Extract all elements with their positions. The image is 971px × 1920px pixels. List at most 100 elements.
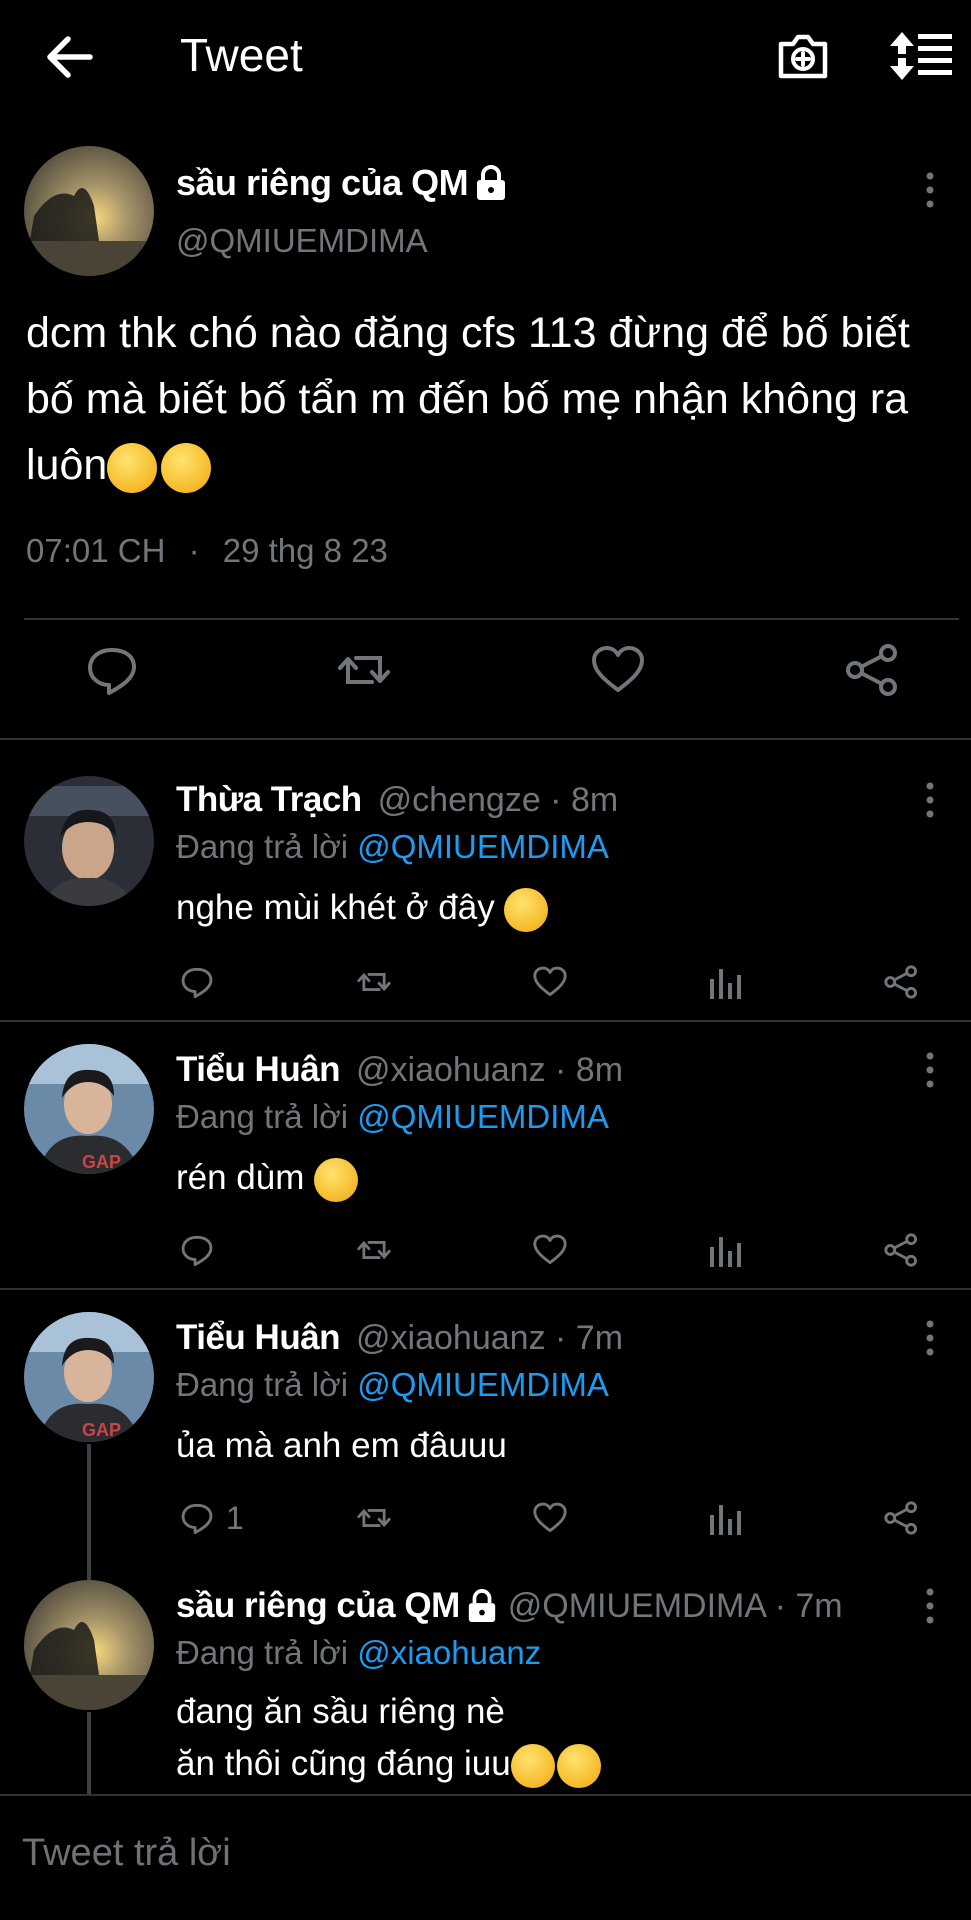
retweet-icon	[357, 1240, 391, 1260]
reply-icon	[181, 1503, 213, 1534]
divider	[0, 1288, 971, 1290]
bar-chart-icon	[710, 1237, 741, 1267]
share-icon[interactable]	[842, 640, 902, 700]
tweet-text: dcm thk chó nào đăng cfs 113 đừng để bố …	[26, 300, 946, 498]
share-button[interactable]	[882, 1496, 920, 1540]
reply-count: 1	[226, 1499, 244, 1536]
divider	[0, 1020, 971, 1022]
retweet-icon[interactable]	[334, 640, 394, 700]
like-icon	[533, 966, 567, 997]
author-handle[interactable]: @QMIUEMDIMA · 7m	[508, 1587, 843, 1626]
views-button[interactable]	[708, 1228, 744, 1272]
svg-text:GAP: GAP	[82, 1152, 121, 1172]
share-icon	[884, 1501, 917, 1535]
mention-link[interactable]: @QMIUEMDIMA	[357, 1366, 609, 1403]
sort-replies-icon[interactable]	[890, 28, 954, 84]
author-name[interactable]: sầu riêng của QM	[176, 1586, 460, 1626]
retweet-button[interactable]	[352, 960, 396, 1004]
top-app-bar: Tweet	[0, 0, 971, 115]
avatar[interactable]	[24, 146, 154, 276]
reply-header: Tiểu Huân @xiaohuanz · 8m	[176, 1050, 623, 1090]
lock-icon	[477, 165, 506, 200]
like-button[interactable]	[530, 1228, 570, 1272]
like-icon[interactable]	[588, 640, 648, 700]
author-name[interactable]: Tiểu Huân	[176, 1318, 341, 1358]
tweet-timestamp: 07:01 CH · 29 thg 8 23	[26, 532, 388, 569]
reply-text: nghe mùi khét ở đây	[176, 882, 549, 934]
thread-connector	[87, 1712, 91, 1794]
bar-chart-icon	[710, 969, 741, 999]
mention-link[interactable]: @QMIUEMDIMA	[357, 828, 609, 865]
share-button[interactable]	[882, 960, 920, 1004]
reply-header: Thừa Trạch @chengze · 8m	[176, 780, 618, 820]
reply-text: đang ăn sầu riêng nè ăn thôi cũng đáng i…	[176, 1686, 601, 1790]
replying-to: Đang trả lời @QMIUEMDIMA	[176, 1098, 609, 1135]
reply-header: Tiểu Huân @xiaohuanz · 7m	[176, 1318, 623, 1358]
mention-link[interactable]: @xiaohuanz	[357, 1634, 541, 1671]
mention-link[interactable]: @QMIUEMDIMA	[357, 1098, 609, 1135]
more-options-icon[interactable]	[920, 1050, 940, 1090]
views-button[interactable]	[708, 960, 744, 1004]
reply-header: sầu riêng của QM @QMIUEMDIMA · 7m	[176, 1586, 843, 1626]
avatar[interactable]: GAP	[24, 1044, 154, 1174]
kissing-emoji	[556, 1743, 601, 1788]
grinning-emoji	[504, 887, 549, 932]
replying-to: Đang trả lời @QMIUEMDIMA	[176, 1366, 609, 1403]
reply-actions	[0, 960, 971, 1010]
more-options-icon[interactable]	[920, 1318, 940, 1358]
more-options-icon[interactable]	[920, 1586, 940, 1626]
author-name[interactable]: Thừa Trạch	[176, 780, 362, 820]
reply-text: ủa mà anh em đâuuu	[176, 1426, 507, 1465]
reply-actions: 1	[0, 1496, 971, 1546]
disappointed-emoji	[314, 1157, 359, 1202]
avatar[interactable]	[24, 776, 154, 906]
reply-button[interactable]	[178, 1228, 226, 1272]
like-icon	[533, 1502, 567, 1533]
kissing-emoji	[510, 1743, 555, 1788]
reply-input[interactable]: Tweet trả lời	[22, 1832, 231, 1875]
reply-text: rén dùm	[176, 1152, 359, 1204]
author-name-text: sầu riêng của QM	[176, 162, 469, 203]
avatar[interactable]: GAP	[24, 1312, 154, 1442]
like-button[interactable]	[530, 1496, 570, 1540]
lock-icon	[468, 1589, 495, 1622]
more-options-icon[interactable]	[920, 170, 940, 210]
retweet-icon	[357, 1508, 391, 1528]
reply-icon[interactable]	[82, 640, 142, 700]
back-arrow-icon[interactable]	[40, 30, 100, 84]
tweet-actions	[0, 640, 971, 716]
views-button[interactable]	[708, 1496, 744, 1540]
reply-compose-bar[interactable]: Tweet trả lời	[0, 1794, 971, 1920]
divider	[24, 618, 959, 620]
bar-chart-icon	[710, 1505, 741, 1535]
share-icon	[884, 965, 917, 999]
share-icon	[884, 1233, 917, 1267]
share-button[interactable]	[882, 1228, 920, 1272]
author-handle[interactable]: @xiaohuanz · 7m	[356, 1319, 623, 1358]
reply-button[interactable]: 1	[178, 1496, 244, 1540]
author-handle[interactable]: @chengze · 8m	[378, 781, 619, 820]
more-options-icon[interactable]	[920, 780, 940, 820]
slight-smile-emoji	[107, 442, 158, 493]
reply-icon	[181, 1235, 213, 1266]
like-icon	[533, 1234, 567, 1265]
page-title: Tweet	[180, 29, 303, 81]
divider	[0, 738, 971, 740]
svg-text:GAP: GAP	[82, 1420, 121, 1440]
retweet-button[interactable]	[352, 1496, 396, 1540]
replying-to: Đang trả lời @QMIUEMDIMA	[176, 828, 609, 865]
like-button[interactable]	[530, 960, 570, 1004]
replying-to: Đang trả lời @xiaohuanz	[176, 1634, 542, 1671]
camera-plus-icon[interactable]	[775, 28, 831, 84]
reply-icon	[181, 967, 213, 998]
retweet-icon	[357, 972, 391, 992]
retweet-button[interactable]	[352, 1228, 396, 1272]
author-name[interactable]: sầu riêng của QM	[176, 162, 508, 204]
avatar[interactable]	[24, 1580, 154, 1710]
reply-actions	[0, 1228, 971, 1278]
author-name[interactable]: Tiểu Huân	[176, 1050, 341, 1090]
author-handle[interactable]: @QMIUEMDIMA	[176, 222, 428, 260]
slight-smile-emoji	[161, 442, 212, 493]
reply-button[interactable]	[178, 960, 226, 1004]
author-handle[interactable]: @xiaohuanz · 8m	[356, 1051, 623, 1090]
